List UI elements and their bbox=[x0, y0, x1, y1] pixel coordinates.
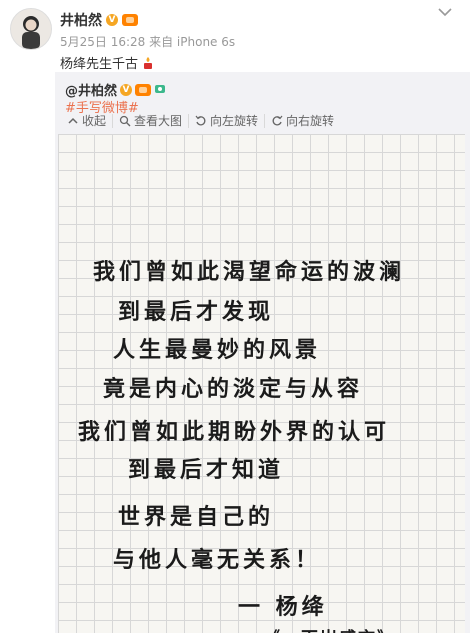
rotate-left-button[interactable]: 向左旋转 bbox=[189, 114, 266, 128]
handwriting-line: 到最后才发现 bbox=[118, 299, 275, 325]
chevron-down-icon[interactable] bbox=[436, 6, 454, 20]
rotate-right-icon bbox=[271, 115, 283, 127]
weibo-post: 井柏然 V 5月25日 16:28 来自 iPhone 6s 杨绛先生千古 @井… bbox=[0, 0, 470, 633]
verified-icon: V bbox=[106, 14, 118, 26]
handwriting-line: 世界是自己的 bbox=[118, 504, 275, 530]
handwriting-book-title: 《一百岁感言》 bbox=[263, 624, 396, 633]
post-text-content: 杨绛先生千古 bbox=[60, 57, 139, 72]
handwriting-line: 我们曾如此期盼外界的认可 bbox=[78, 419, 391, 445]
rotate-left-icon bbox=[195, 115, 207, 127]
post-text: 杨绛先生千古 bbox=[60, 53, 155, 72]
rotate-left-label: 向左旋转 bbox=[210, 114, 259, 128]
verified-icon: V bbox=[120, 83, 133, 96]
avatar[interactable] bbox=[10, 8, 52, 50]
image-toolbar: 收起 查看大图 向左旋转 向右旋转 bbox=[61, 114, 340, 128]
post-meta: 5月25日 16:28 来自 iPhone 6s bbox=[60, 35, 236, 49]
view-large-label: 查看大图 bbox=[134, 114, 183, 128]
handwriting-line: 人生最曼妙的风景 bbox=[113, 337, 322, 363]
handwriting-line: 与他人毫无关系！ bbox=[113, 547, 322, 573]
handwriting-signature: 一 杨绛 bbox=[238, 594, 328, 620]
author-name[interactable]: 井柏然 bbox=[60, 10, 102, 30]
vip-icon bbox=[135, 83, 152, 96]
collapse-icon bbox=[67, 115, 79, 127]
author-row: 井柏然 V bbox=[60, 10, 138, 30]
view-large-button[interactable]: 查看大图 bbox=[113, 114, 190, 128]
rotate-right-button[interactable]: 向右旋转 bbox=[265, 114, 340, 128]
candle-emoji-icon bbox=[141, 56, 155, 70]
camera-icon bbox=[154, 82, 166, 98]
collapse-label: 收起 bbox=[82, 114, 107, 128]
handwriting-line: 竟是内心的淡定与从容 bbox=[103, 376, 364, 402]
collapse-button[interactable]: 收起 bbox=[61, 114, 114, 128]
handwriting-line: 到最后才知道 bbox=[128, 457, 285, 483]
magnifier-icon bbox=[119, 115, 131, 127]
repost-container: @井柏然 V #手写微博# 收起 查看大图 向左旋转 向右旋转 我们曾如此渴望命… bbox=[55, 72, 470, 633]
vip-icon bbox=[122, 14, 138, 26]
rotate-right-label: 向右旋转 bbox=[286, 114, 335, 128]
handwriting-line: 我们曾如此渴望命运的波澜 bbox=[93, 259, 406, 285]
handwritten-note-image[interactable]: 我们曾如此渴望命运的波澜 到最后才发现 人生最曼妙的风景 竟是内心的淡定与从容 … bbox=[58, 134, 465, 633]
